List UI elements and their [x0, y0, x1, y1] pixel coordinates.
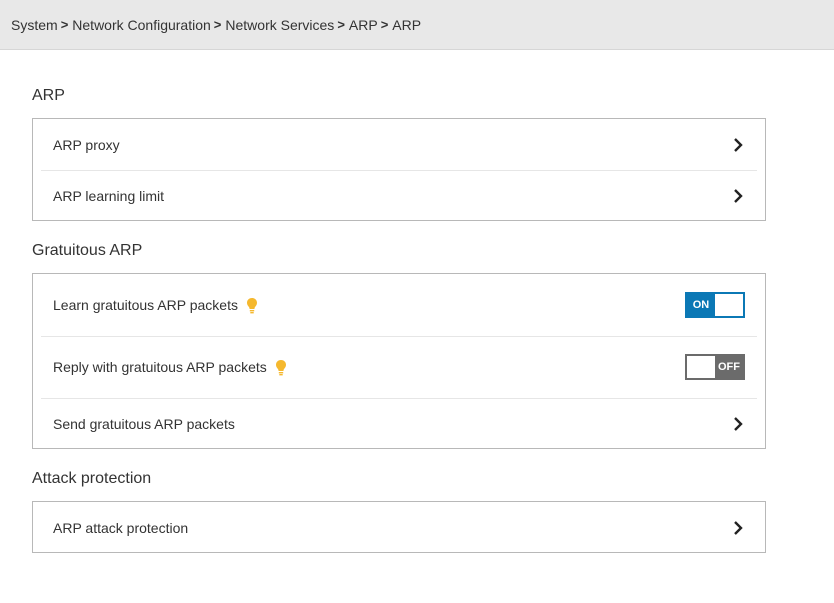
breadcrumb-network-configuration[interactable]: Network Configuration — [72, 17, 211, 33]
arp-panel: ARP proxy ARP learning limit — [32, 118, 766, 221]
learn-gratuitous-toggle[interactable]: ON — [685, 292, 745, 318]
chevron-right-icon — [731, 416, 745, 431]
lightbulb-icon[interactable] — [275, 359, 287, 376]
gratuitous-arp-panel: Learn gratuitous ARP packets ON Reply wi… — [32, 273, 766, 449]
breadcrumb-separator-icon: > — [60, 17, 69, 32]
toggle-off-text: OFF — [715, 356, 743, 378]
arp-proxy-row[interactable]: ARP proxy — [33, 119, 765, 170]
reply-gratuitous-toggle[interactable]: OFF — [685, 354, 745, 380]
arp-learning-limit-row[interactable]: ARP learning limit — [33, 170, 765, 221]
arp-proxy-label: ARP proxy — [53, 136, 120, 153]
chevron-right-icon — [731, 137, 745, 152]
learn-gratuitous-label: Learn gratuitous ARP packets — [53, 297, 238, 313]
breadcrumb-separator-icon: > — [337, 17, 345, 32]
breadcrumb-separator-icon: > — [213, 17, 222, 32]
section-title-arp: ARP — [32, 87, 65, 104]
breadcrumb-network-services[interactable]: Network Services — [225, 17, 334, 33]
chevron-right-icon — [731, 188, 745, 203]
lightbulb-icon[interactable] — [246, 297, 258, 314]
section-title-gratuitous-arp: Gratuitous ARP — [32, 242, 143, 259]
breadcrumb-arp-current: ARP — [392, 16, 422, 33]
breadcrumb-arp-parent[interactable]: ARP — [349, 17, 378, 33]
section-title-attack-protection: Attack protection — [32, 470, 152, 487]
arp-learning-limit-label: ARP learning limit — [53, 187, 165, 204]
send-gratuitous-row[interactable]: Send gratuitous ARP packets — [33, 398, 765, 449]
chevron-right-icon — [731, 520, 745, 535]
reply-gratuitous-label: Reply with gratuitous ARP packets — [53, 359, 267, 375]
attack-protection-panel: ARP attack protection — [32, 501, 766, 553]
learn-gratuitous-row: Learn gratuitous ARP packets ON — [33, 274, 765, 336]
toggle-on-text: ON — [687, 294, 715, 316]
reply-gratuitous-row: Reply with gratuitous ARP packets OFF — [33, 336, 765, 398]
breadcrumb: System > Network Configuration > Network… — [0, 0, 834, 50]
send-gratuitous-label: Send gratuitous ARP packets — [53, 415, 235, 432]
breadcrumb-separator-icon: > — [380, 17, 389, 32]
arp-attack-protection-row[interactable]: ARP attack protection — [33, 502, 765, 553]
breadcrumb-system[interactable]: System — [11, 17, 58, 33]
arp-attack-protection-label: ARP attack protection — [53, 519, 189, 536]
